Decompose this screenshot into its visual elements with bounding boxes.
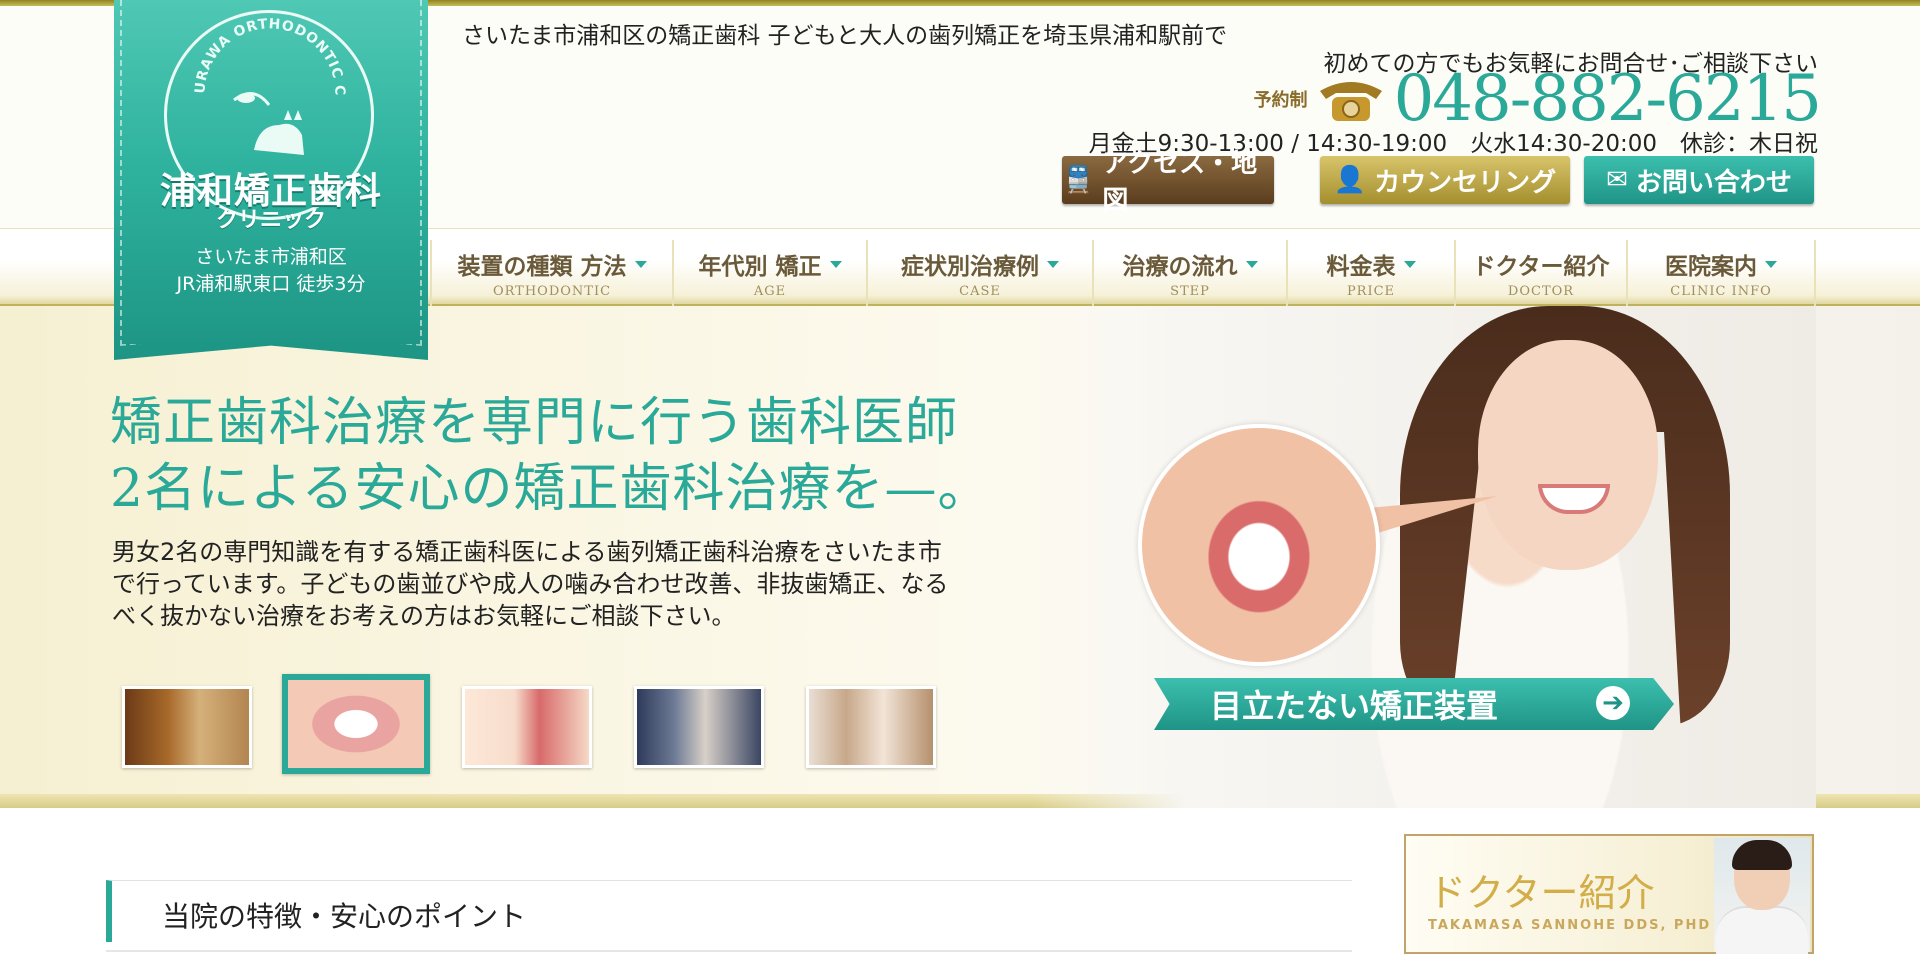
nav-label-row: 医院案内 bbox=[1665, 247, 1777, 281]
clinic-logo[interactable]: URAWA ORTHODONTIC CLINIC 浦和矯正歯科 クリニック さい… bbox=[114, 0, 428, 360]
nav-label: ドクター紹介 bbox=[1472, 253, 1610, 280]
thumbnail-smile[interactable] bbox=[282, 674, 430, 774]
caret-down-icon bbox=[1245, 260, 1258, 268]
section-divider bbox=[106, 950, 1352, 952]
hero-cta-label: 目立たない矯正装置 bbox=[1210, 687, 1499, 725]
site-tagline: さいたま市浦和区の矯正歯科 子どもと大人の歯列矯正を埼玉県浦和駅前で bbox=[462, 23, 1228, 49]
train-icon: 🚆 bbox=[1062, 165, 1095, 195]
caret-down-icon bbox=[1403, 260, 1416, 268]
hero-title-line1: 矯正歯科治療を専門に行う歯科医師 bbox=[110, 393, 959, 453]
contact-button[interactable]: ✉ お問い合わせ bbox=[1584, 156, 1814, 204]
nav-item-clinic-info[interactable]: 医院案内 CLINIC INFO bbox=[1626, 240, 1816, 306]
access-map-button[interactable]: 🚆 アクセス・地図 bbox=[1062, 149, 1274, 216]
nav-item-price[interactable]: 料金表 PRICE bbox=[1286, 240, 1454, 306]
nav-label-row: 症状別治療例 bbox=[901, 247, 1059, 281]
nav-label-row: 年代別 矯正 bbox=[698, 247, 842, 281]
person-icon: 👤 bbox=[1333, 165, 1367, 195]
caret-down-icon bbox=[1047, 260, 1059, 268]
cat-leaf-icon bbox=[233, 92, 304, 155]
nav-sublabel: PRICE bbox=[1346, 284, 1396, 299]
arrow-right-icon: ➔ bbox=[1596, 686, 1630, 720]
hero-title: 矯正歯科治療を専門に行う歯科医師 2名による安心の矯正歯科治療を—。 bbox=[110, 390, 991, 522]
mail-icon: ✉ bbox=[1606, 165, 1628, 195]
teeth-closeup bbox=[1138, 424, 1380, 666]
nav-label: 装置の種類 方法 bbox=[457, 253, 627, 280]
logo-address-line1: さいたま市浦和区 bbox=[195, 246, 347, 268]
telephone-icon bbox=[1319, 82, 1382, 121]
logo-sub: クリニック bbox=[215, 208, 326, 233]
nav-label: 治療の流れ bbox=[1122, 253, 1238, 280]
main-nav: 装置の種類 方法 ORTHODONTIC 年代別 矯正 AGE 症状別治療例 C… bbox=[430, 240, 1816, 306]
thumbnail-child[interactable] bbox=[462, 686, 592, 768]
nav-label-row: 治療の流れ bbox=[1123, 247, 1258, 281]
nav-label-row: 装置の種類 方法 bbox=[457, 247, 647, 281]
hero-model-face bbox=[1478, 340, 1658, 570]
nav-label: 年代別 矯正 bbox=[698, 253, 822, 280]
section-title: 当院の特徴・安心のポイント bbox=[162, 900, 527, 933]
reservation-label: 予約制 bbox=[1253, 90, 1308, 111]
nav-sublabel: CLINIC INFO bbox=[1670, 284, 1772, 299]
logo-address-line2: JR浦和駅東口 徒歩3分 bbox=[176, 273, 366, 295]
nav-label: 料金表 bbox=[1326, 253, 1396, 280]
logo-address: さいたま市浦和区 JR浦和駅東口 徒歩3分 bbox=[114, 244, 428, 298]
nav-label-row: ドクター紹介 bbox=[1472, 247, 1609, 281]
caret-down-icon bbox=[829, 260, 842, 268]
nav-sublabel: CASE bbox=[959, 284, 1001, 299]
counseling-label: カウンセリング bbox=[1374, 167, 1557, 198]
nav-label: 症状別治療例 bbox=[901, 253, 1039, 280]
caret-down-icon bbox=[1765, 260, 1777, 268]
nav-item-case[interactable]: 症状別治療例 CASE bbox=[866, 240, 1092, 306]
thumbnail-consultation[interactable] bbox=[806, 686, 936, 768]
doctor-photo-body bbox=[1716, 906, 1808, 954]
caret-down-icon bbox=[634, 260, 647, 268]
doctor-banner-subtitle: TAKAMASA SANNOHE DDS, PHD bbox=[1428, 918, 1712, 933]
hero-cta-button[interactable]: 目立たない矯正装置 ➔ bbox=[1154, 678, 1674, 730]
nav-sublabel: STEP bbox=[1170, 284, 1210, 299]
doctor-banner-title: ドクター紹介 bbox=[1428, 871, 1655, 915]
doctor-banner[interactable]: ドクター紹介 TAKAMASA SANNOHE DDS, PHD bbox=[1404, 834, 1814, 954]
nav-sublabel: ORTHODONTIC bbox=[492, 284, 612, 299]
nav-sublabel: AGE bbox=[753, 284, 787, 299]
nav-item-age[interactable]: 年代別 矯正 AGE bbox=[672, 240, 866, 306]
nav-item-step[interactable]: 治療の流れ STEP bbox=[1092, 240, 1286, 306]
access-map-label: アクセス・地図 bbox=[1102, 149, 1258, 216]
nav-label: 医院案内 bbox=[1665, 253, 1757, 280]
counseling-button[interactable]: 👤 カウンセリング bbox=[1320, 156, 1570, 204]
nav-item-doctor[interactable]: ドクター紹介 DOCTOR bbox=[1454, 240, 1626, 306]
thumbnail-waiting-room[interactable] bbox=[122, 686, 252, 768]
hero-title-line2: 2名による安心の矯正歯科治療を—。 bbox=[110, 459, 991, 519]
nav-item-orthodontic[interactable]: 装置の種類 方法 ORTHODONTIC bbox=[430, 240, 672, 306]
thumbnail-woman-city[interactable] bbox=[634, 686, 764, 768]
hero-description: 男女2名の専門知識を有する矯正歯科医による歯列矯正歯科治療をさいたま市で行ってい… bbox=[112, 538, 949, 630]
nav-label-row: 料金表 bbox=[1327, 247, 1416, 281]
section-heading: 当院の特徴・安心のポイント bbox=[106, 880, 1352, 942]
contact-label: お問い合わせ bbox=[1635, 167, 1792, 198]
nav-sublabel: DOCTOR bbox=[1507, 284, 1575, 299]
